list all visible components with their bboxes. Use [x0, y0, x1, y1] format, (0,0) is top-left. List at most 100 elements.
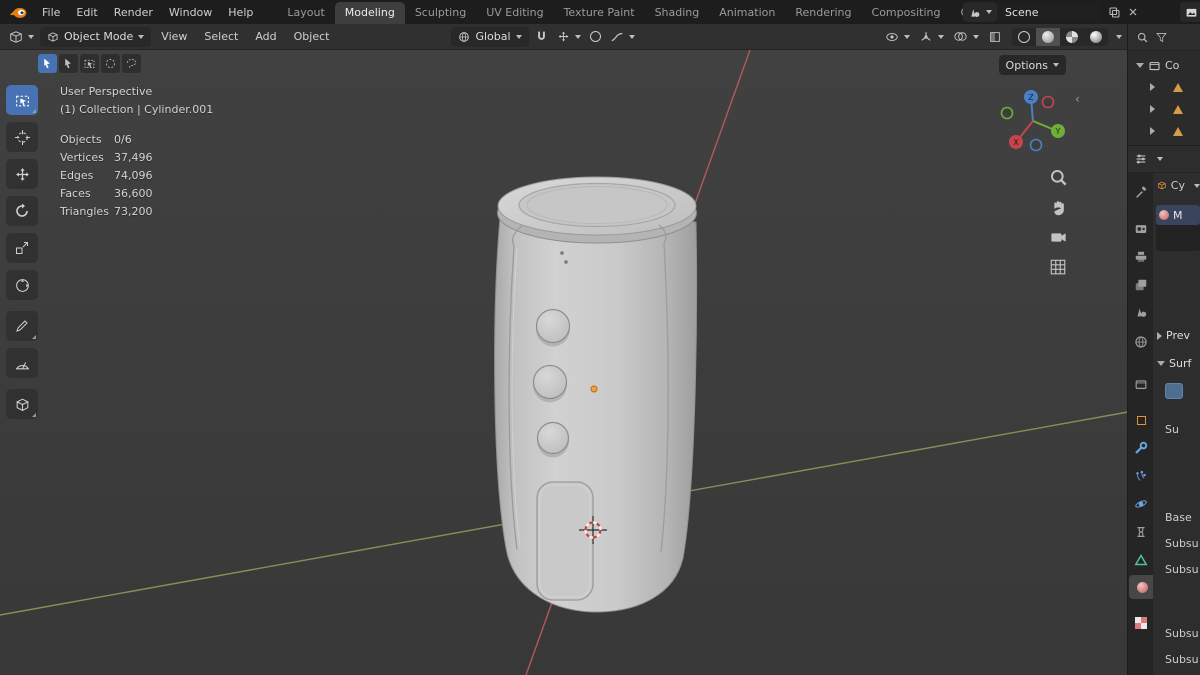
tab-material[interactable]	[1129, 575, 1155, 599]
menu-window[interactable]: Window	[161, 2, 220, 23]
tab-modifiers[interactable]	[1129, 436, 1153, 460]
section-surface[interactable]: Surf	[1157, 357, 1200, 370]
active-tool-button[interactable]	[38, 54, 57, 73]
tab-rendering[interactable]: Rendering	[785, 2, 861, 24]
tab-sculpting[interactable]: Sculpting	[405, 2, 476, 24]
tool-measure[interactable]	[6, 348, 38, 378]
shading-material-button[interactable]	[1060, 28, 1084, 46]
tool-transform[interactable]	[6, 270, 38, 300]
tool-rotate[interactable]	[6, 196, 38, 226]
tab-animation[interactable]: Animation	[709, 2, 785, 24]
browse-scene-button[interactable]	[963, 2, 997, 22]
tab-scene[interactable]	[1129, 300, 1153, 324]
tab-uv-editing[interactable]: UV Editing	[476, 2, 553, 24]
tab-texture-paint[interactable]: Texture Paint	[554, 2, 645, 24]
use-nodes-button[interactable]	[1165, 383, 1200, 399]
new-scene-button[interactable]	[1105, 4, 1124, 21]
tab-modeling[interactable]: Modeling	[334, 2, 405, 24]
blender-logo-icon[interactable]	[8, 4, 30, 20]
tool-move[interactable]	[6, 159, 38, 189]
menu-object[interactable]: Object	[287, 26, 337, 47]
tool-select-box[interactable]	[6, 85, 38, 115]
navigation-gizmo[interactable]: Z Y X	[993, 81, 1073, 161]
scene-name-field[interactable]: Scene	[997, 2, 1101, 22]
pan-hand-button[interactable]	[1049, 198, 1068, 217]
outliner-row-object[interactable]	[1128, 120, 1200, 142]
menu-view[interactable]: View	[154, 26, 194, 47]
select-mode-box[interactable]	[80, 54, 99, 73]
shading-rendered-button[interactable]	[1084, 28, 1108, 46]
filter-funnel-icon[interactable]	[1155, 31, 1168, 44]
tab-tool[interactable]	[1129, 181, 1153, 205]
menu-edit[interactable]: Edit	[68, 2, 105, 23]
tab-output[interactable]	[1129, 245, 1153, 269]
add-cube-icon	[14, 396, 31, 413]
properties-editor-icon[interactable]	[1134, 152, 1148, 166]
material-slot-active[interactable]: M	[1156, 205, 1200, 225]
search-icon[interactable]	[1136, 31, 1149, 44]
menu-render[interactable]: Render	[106, 2, 161, 23]
tab-collection[interactable]	[1129, 372, 1153, 396]
viewport-canvas[interactable]: Options User Perspective (1) Collection …	[0, 50, 1128, 675]
tool-add-cube[interactable]	[6, 389, 38, 419]
tool-scale[interactable]	[6, 233, 38, 263]
shading-wireframe-button[interactable]	[1012, 28, 1036, 46]
disclosure-closed-icon[interactable]	[1150, 105, 1155, 113]
tab-object[interactable]	[1129, 408, 1153, 432]
tool-cursor[interactable]	[6, 122, 38, 152]
falloff-curve-icon	[610, 30, 624, 44]
tab-texture[interactable]	[1129, 611, 1153, 635]
tab-world[interactable]	[1129, 330, 1153, 354]
outliner-row-object[interactable]	[1128, 98, 1200, 120]
proportional-edit-button[interactable]	[587, 29, 604, 44]
unlink-scene-button[interactable]	[1124, 4, 1142, 20]
editor-type-button[interactable]	[6, 28, 37, 46]
snap-settings-dropdown[interactable]	[554, 28, 584, 45]
overlays-dropdown[interactable]	[950, 27, 982, 46]
panel-collapse-arrow[interactable]: ‹	[1075, 92, 1080, 106]
tab-view-layer[interactable]	[1129, 273, 1153, 297]
menu-help[interactable]: Help	[220, 2, 261, 23]
section-preview[interactable]: Prev	[1157, 329, 1200, 342]
select-mode-circle[interactable]	[101, 54, 120, 73]
menu-select[interactable]: Select	[197, 26, 245, 47]
shading-dropdown-chevron[interactable]	[1116, 34, 1122, 39]
options-dropdown[interactable]: Options	[998, 55, 1066, 75]
tab-physics[interactable]	[1129, 492, 1153, 516]
menu-file[interactable]: File	[34, 2, 68, 23]
speaker-model[interactable]	[494, 176, 698, 613]
select-mode-lasso[interactable]	[122, 54, 141, 73]
outliner-row-collection[interactable]: Co	[1128, 54, 1200, 76]
zoom-button[interactable]	[1049, 168, 1068, 187]
menu-add[interactable]: Add	[248, 26, 283, 47]
snap-toggle-button[interactable]	[532, 28, 551, 45]
transform-orientation-dropdown[interactable]: Global	[451, 26, 529, 47]
disclosure-closed-icon[interactable]	[1150, 127, 1155, 135]
shading-solid-button[interactable]	[1036, 27, 1060, 46]
disclosure-closed-icon[interactable]	[1150, 83, 1155, 91]
proportional-circle-icon	[589, 31, 601, 42]
mode-dropdown[interactable]: Object Mode	[40, 26, 152, 47]
tab-layout[interactable]: Layout	[277, 2, 334, 24]
tab-object-data[interactable]	[1129, 548, 1153, 572]
orthographic-grid-button[interactable]	[1049, 258, 1067, 276]
gizmos-dropdown[interactable]	[916, 28, 947, 46]
select-mode-tweak[interactable]	[59, 54, 78, 73]
view-layer-selector[interactable]	[1180, 2, 1200, 22]
tab-particles[interactable]	[1129, 464, 1153, 488]
disclosure-open-icon[interactable]	[1136, 62, 1144, 68]
tab-render[interactable]	[1129, 217, 1153, 241]
camera-view-button[interactable]	[1049, 228, 1068, 247]
visibility-dropdown[interactable]	[882, 28, 913, 46]
tool-annotate[interactable]	[6, 311, 38, 341]
xray-toggle-button[interactable]	[985, 28, 1005, 46]
proportional-falloff-dropdown[interactable]	[607, 28, 638, 46]
axis-neg-y-ball[interactable]	[1000, 106, 1014, 120]
properties-breadcrumb[interactable]: Cy	[1157, 179, 1200, 192]
axis-neg-z-ball[interactable]	[1029, 138, 1043, 152]
axis-neg-x-ball[interactable]	[1041, 95, 1055, 109]
tab-compositing[interactable]: Compositing	[862, 2, 951, 24]
tab-constraints[interactable]	[1129, 520, 1153, 544]
tab-shading[interactable]: Shading	[645, 2, 710, 24]
outliner-row-object[interactable]	[1128, 76, 1200, 98]
